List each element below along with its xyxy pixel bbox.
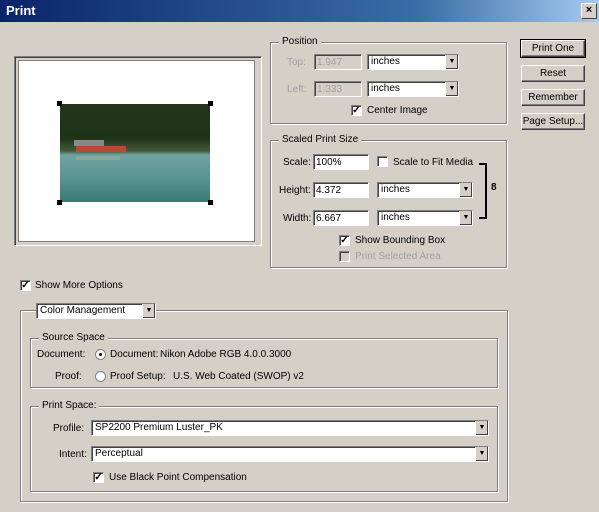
print-one-button[interactable]: Print One [520,39,586,58]
width-input[interactable]: 6.667 [313,210,369,226]
show-bounding-box-label[interactable]: Show Bounding Box [355,235,445,246]
remember-button[interactable]: Remember [521,89,585,106]
height-label: Height: [279,185,311,196]
chevron-down-icon: ▼ [459,211,472,225]
left-unit-select[interactable]: inches ▼ [367,81,459,97]
scale-to-fit-label[interactable]: Scale to Fit Media [393,157,473,168]
scale-input[interactable]: 100% [313,154,369,170]
reset-button[interactable]: Reset [521,65,585,82]
chevron-down-icon: ▼ [445,55,458,69]
top-label: Top: [287,57,306,68]
intent-select[interactable]: Perceptual ▼ [91,446,489,462]
top-input[interactable]: 1.947 [314,54,362,70]
proof-option-label[interactable]: Proof Setup: [110,371,166,382]
scaled-print-size-group: Scaled Print Size Scale: 100% Scale to F… [270,134,507,268]
proof-profile: U.S. Web Coated (SWOP) v2 [173,371,304,382]
bounding-handle-tl[interactable] [57,101,62,106]
more-options-select[interactable]: Color Management ▼ [36,303,156,319]
link-icon[interactable]: 8 [491,182,497,193]
width-unit-value: inches [381,212,410,223]
window-title: Print [6,3,36,18]
chevron-down-icon: ▼ [142,304,155,318]
left-unit-value: inches [371,83,400,94]
top-unit-select[interactable]: inches ▼ [367,54,459,70]
scale-to-fit-checkbox[interactable] [377,156,388,167]
chevron-down-icon: ▼ [459,183,472,197]
center-image-checkbox[interactable]: ✓ [351,105,362,116]
chevron-down-icon: ▼ [475,421,488,435]
source-space-group: Source Space Document: Document: Nikon A… [30,332,498,388]
more-options-select-value: Color Management [40,305,126,316]
link-bracket [479,163,487,219]
center-image-label[interactable]: Center Image [367,105,428,116]
source-space-legend: Source Space [39,332,108,343]
left-input[interactable]: 1.333 [314,81,362,97]
black-point-checkbox[interactable]: ✓ [93,472,104,483]
intent-label: Intent: [59,449,87,460]
document-label: Document: [37,349,86,360]
height-unit-value: inches [381,184,410,195]
left-label: Left: [287,84,307,95]
document-profile: Nikon Adobe RGB 4.0.0.3000 [160,349,292,360]
print-selected-area-checkbox [339,251,350,262]
bounding-handle-bl[interactable] [57,200,62,205]
show-more-options-label[interactable]: Show More Options [35,280,123,291]
close-button[interactable]: × [581,3,597,19]
boathouse-reflection [76,156,120,160]
chevron-down-icon: ▼ [475,447,488,461]
height-input[interactable]: 4.372 [313,182,369,198]
preview-photo[interactable] [60,104,210,202]
position-group: Position Top: 1.947 inches ▼ Left: 1.333… [270,36,507,124]
profile-select[interactable]: SP2200 Premium Luster_PK ▼ [91,420,489,436]
bounding-handle-tr[interactable] [208,101,213,106]
title-bar: Print × [0,0,599,22]
page-setup-button[interactable]: Page Setup... [521,113,585,130]
preview-page [18,60,255,242]
proof-radio[interactable] [95,371,106,382]
profile-select-value: SP2200 Premium Luster_PK [95,422,223,433]
boathouse-body [76,146,126,152]
show-bounding-box-checkbox[interactable]: ✓ [339,235,350,246]
proof-label: Proof: [55,371,82,382]
intent-select-value: Perceptual [95,448,143,459]
scaled-legend: Scaled Print Size [279,134,362,145]
print-selected-area-label: Print Selected Area [355,251,441,262]
profile-label: Profile: [53,423,85,434]
position-legend: Position [279,36,321,47]
black-point-label[interactable]: Use Black Point Compensation [109,472,247,483]
document-option-label[interactable]: Document: [110,349,158,360]
chevron-down-icon: ▼ [445,82,458,96]
height-unit-select[interactable]: inches ▼ [377,182,473,198]
print-dialog: Print × Position Top: 1.947 inches ▼ Lef… [0,0,599,512]
width-unit-select[interactable]: inches ▼ [377,210,473,226]
print-space-legend: Print Space: [39,400,100,411]
document-radio[interactable] [95,349,106,360]
show-more-options-checkbox[interactable]: ✓ [20,280,31,291]
scale-label: Scale: [283,157,311,168]
bounding-handle-br[interactable] [208,200,213,205]
print-space-group: Print Space: Profile: SP2200 Premium Lus… [30,400,498,492]
width-label: Width: [283,213,312,224]
top-unit-value: inches [371,56,400,67]
preview-frame [14,56,262,246]
